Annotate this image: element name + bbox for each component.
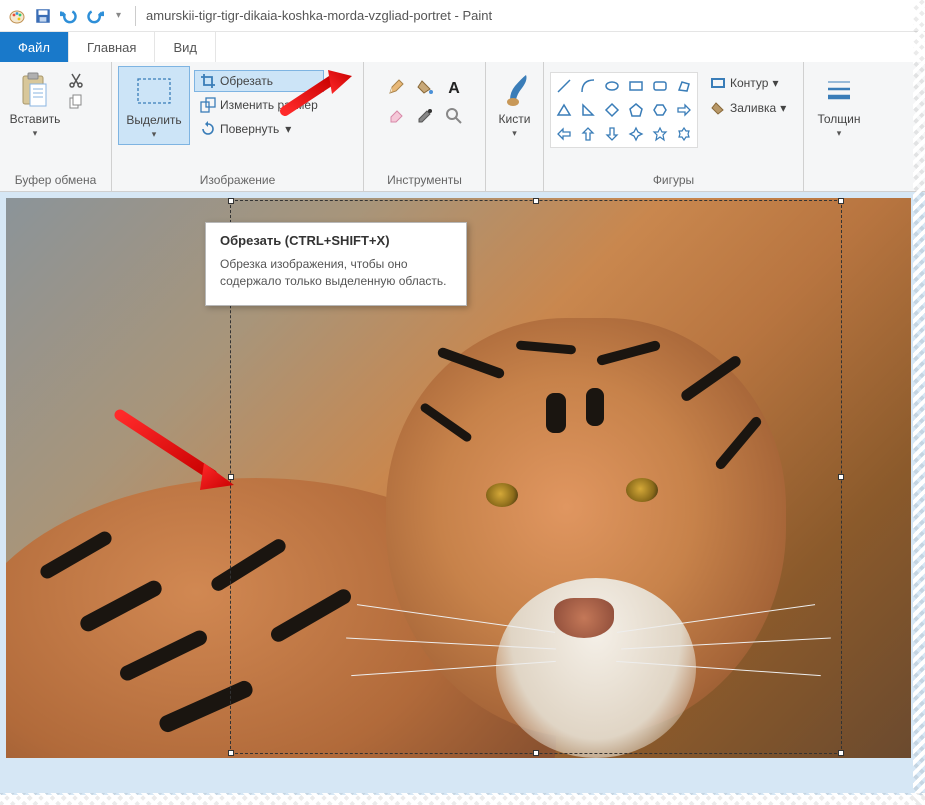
brushes-button[interactable]: Кисти ▾ <box>492 66 537 143</box>
ribbon-group-brushes: Кисти ▾ <box>486 62 544 191</box>
titlebar: ▾ amurskii-tigr-tigr-dikaia-koshka-morda… <box>0 0 925 32</box>
shape-line[interactable] <box>553 75 575 97</box>
chevron-down-icon: ▾ <box>837 128 842 139</box>
chevron-down-icon: ▾ <box>152 129 157 140</box>
tab-file[interactable]: Файл <box>0 32 69 62</box>
select-label: Выделить <box>126 113 181 127</box>
ribbon: Вставить ▾ Буфер обмена Выделить ▾ <box>0 62 925 192</box>
shape-rounded-rect[interactable] <box>649 75 671 97</box>
crop-button[interactable]: Обрезать <box>194 70 324 92</box>
resize-icon <box>200 97 216 113</box>
color-picker-tool[interactable] <box>412 103 438 129</box>
screenshot-torn-edge-right <box>913 0 925 805</box>
shape-arrow-down[interactable] <box>601 123 623 145</box>
rotate-button[interactable]: Повернуть ▾ <box>194 118 324 140</box>
cut-button[interactable] <box>68 72 84 88</box>
shape-arrow-up[interactable] <box>577 123 599 145</box>
ribbon-group-image: Выделить ▾ Обрезать Изменить размер <box>112 62 364 191</box>
select-button[interactable]: Выделить ▾ <box>118 66 190 145</box>
tab-view[interactable]: Вид <box>155 32 216 62</box>
resize-label: Изменить размер <box>220 98 318 112</box>
chevron-down-icon: ▾ <box>285 122 291 136</box>
shape-arrow-right[interactable] <box>673 99 695 121</box>
ribbon-group-clipboard: Вставить ▾ Буфер обмена <box>0 62 112 191</box>
chevron-down-icon: ▾ <box>33 128 38 139</box>
ribbon-group-size: Толщин ▾ <box>804 62 874 191</box>
window-title: amurskii-tigr-tigr-dikaia-koshka-morda-v… <box>146 8 492 23</box>
crop-label: Обрезать <box>220 74 273 88</box>
brushes-group-label <box>492 185 537 189</box>
paint-app-icon <box>8 7 26 25</box>
paste-label: Вставить <box>10 112 61 126</box>
shape-star4[interactable] <box>625 123 647 145</box>
tools-group-label: Инструменты <box>370 171 479 189</box>
shape-curve[interactable] <box>577 75 599 97</box>
fill-tool[interactable] <box>412 74 438 100</box>
shape-rectangle[interactable] <box>625 75 647 97</box>
shape-right-triangle[interactable] <box>577 99 599 121</box>
outline-icon <box>710 75 726 91</box>
shapes-group-label: Фигуры <box>550 171 797 189</box>
chevron-down-icon: ▾ <box>512 128 517 139</box>
shape-outline-button[interactable]: Контур ▾ <box>704 72 792 94</box>
shapes-gallery[interactable] <box>550 72 698 148</box>
rotate-icon <box>200 121 216 137</box>
ribbon-tabs: Файл Главная Вид <box>0 32 925 62</box>
tooltip-body: Обрезка изображения, чтобы оно содержало… <box>220 256 454 291</box>
size-label: Толщин <box>817 112 860 126</box>
shape-arrow-left[interactable] <box>553 123 575 145</box>
pencil-tool[interactable] <box>383 74 409 100</box>
titlebar-separator <box>135 6 136 26</box>
shape-star6[interactable] <box>673 123 695 145</box>
size-button[interactable]: Толщин ▾ <box>810 66 868 143</box>
shape-pentagon[interactable] <box>625 99 647 121</box>
paste-button[interactable]: Вставить ▾ <box>6 66 64 143</box>
screenshot-torn-edge-bottom <box>0 793 925 805</box>
resize-button[interactable]: Изменить размер <box>194 94 324 116</box>
chevron-down-icon: ▾ <box>780 101 786 115</box>
shape-fill-button[interactable]: Заливка ▾ <box>704 97 792 119</box>
ribbon-group-tools: A Инструменты <box>364 62 486 191</box>
crop-tooltip: Обрезать (CTRL+SHIFT+X) Обрезка изображе… <box>205 222 467 306</box>
brushes-label: Кисти <box>499 112 531 126</box>
magnifier-tool[interactable] <box>441 103 467 129</box>
fill-icon <box>710 100 726 116</box>
fill-label: Заливка <box>730 101 776 115</box>
outline-label: Контур <box>730 76 768 90</box>
chevron-down-icon: ▾ <box>772 76 778 90</box>
shape-polygon[interactable] <box>673 75 695 97</box>
shape-star5[interactable] <box>649 123 671 145</box>
qat-dropdown[interactable]: ▾ <box>116 10 121 21</box>
shape-diamond[interactable] <box>601 99 623 121</box>
shape-hexagon[interactable] <box>649 99 671 121</box>
eraser-tool[interactable] <box>383 103 409 129</box>
tab-home[interactable]: Главная <box>69 32 155 62</box>
text-tool[interactable]: A <box>441 74 467 100</box>
shape-triangle[interactable] <box>553 99 575 121</box>
redo-button[interactable] <box>86 7 104 25</box>
undo-button[interactable] <box>60 7 78 25</box>
rotate-label: Повернуть <box>220 122 279 136</box>
clipboard-group-label: Буфер обмена <box>6 171 105 189</box>
tooltip-title: Обрезать (CTRL+SHIFT+X) <box>220 233 454 248</box>
save-button[interactable] <box>34 7 52 25</box>
image-group-label: Изображение <box>118 171 357 189</box>
crop-icon <box>200 73 216 89</box>
shape-oval[interactable] <box>601 75 623 97</box>
quick-access-toolbar: ▾ <box>34 7 125 25</box>
svg-text:A: A <box>448 80 460 96</box>
ribbon-group-shapes: Контур ▾ Заливка ▾ Фигуры <box>544 62 804 191</box>
copy-button[interactable] <box>68 94 84 110</box>
